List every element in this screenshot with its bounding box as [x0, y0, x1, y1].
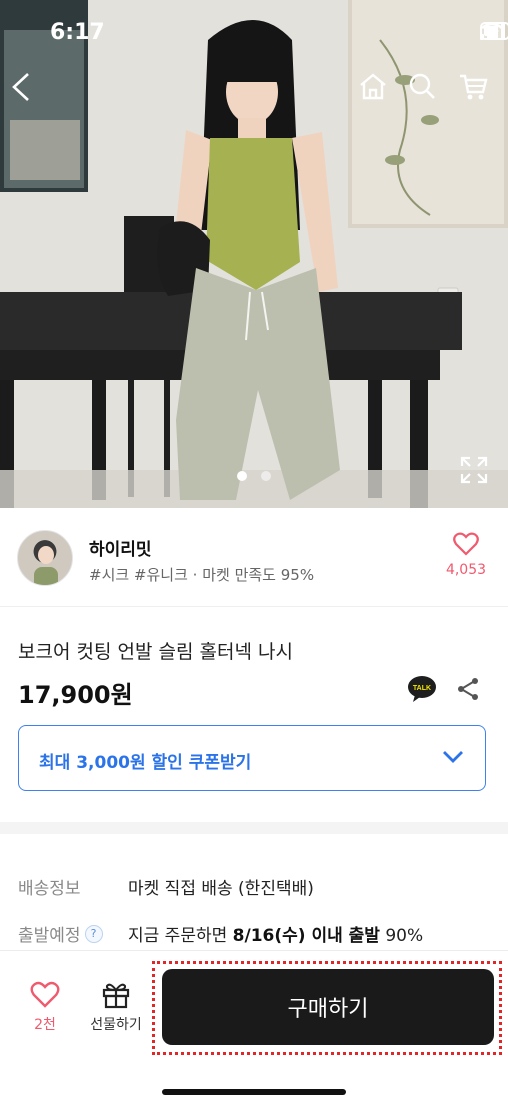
divider: [0, 606, 508, 607]
shipping-eta-label: 출발예정: [18, 926, 81, 946]
product-title: 보크어 컷팅 언발 슬림 홀터넥 나시: [18, 641, 293, 663]
shipping-eta-prefix: 지금 주문하면: [128, 926, 233, 946]
share-icon: [458, 678, 478, 700]
talk-badge-text: TALK: [413, 685, 431, 692]
chevron-left-icon: [12, 73, 29, 101]
status-time: 6:17: [50, 20, 105, 45]
shipping-eta-label-group: 출발예정 ?: [18, 921, 128, 946]
talk-icon: TALK: [408, 676, 436, 702]
home-button[interactable]: [358, 72, 398, 112]
heart-icon: [30, 981, 60, 1008]
cart-icon: [460, 74, 488, 100]
expand-icon: [460, 456, 488, 484]
search-icon: [409, 73, 435, 99]
shipping-info-value: 마켓 직접 배송 (한진택배): [128, 879, 314, 899]
chevron-down-icon: [443, 751, 463, 763]
shipping-eta-suffix: 90%: [379, 926, 424, 946]
wishlist-button[interactable]: 2천: [22, 981, 68, 1034]
seller-like-button[interactable]: 4,053: [444, 532, 488, 578]
seller-like-count: 4,053: [445, 562, 487, 578]
share-button[interactable]: [456, 677, 480, 701]
seller-tags: #시크 #유니크 · 마켓 만족도 95%: [89, 566, 315, 584]
gallery-pagination: [0, 471, 508, 481]
section-divider: [0, 822, 508, 834]
seller-avatar[interactable]: [17, 530, 73, 586]
search-button[interactable]: [408, 72, 448, 112]
home-icon: [360, 73, 386, 100]
wishlist-count: 2천: [34, 1017, 56, 1033]
gallery-dot-active[interactable]: [237, 471, 247, 481]
bottom-action-bar: 2천 선물하기 구매하기: [0, 950, 508, 1104]
shipping-info-label: 배송정보: [18, 879, 81, 899]
shipping-eta-value: 지금 주문하면 8/16(수) 이내 출발 90%: [128, 921, 423, 946]
gift-label: 선물하기: [90, 1017, 142, 1033]
help-icon[interactable]: ?: [84, 924, 103, 943]
home-indicator: [162, 1089, 346, 1095]
cart-button[interactable]: [458, 72, 498, 112]
coupon-button[interactable]: 최대 3,000원 할인 쿠폰받기: [18, 725, 486, 791]
shipping-info-row: 배송정보 마켓 직접 배송 (한진택배): [18, 874, 314, 899]
seller-name[interactable]: 하이리밋: [89, 535, 152, 560]
shipping-eta-date: 8/16(수) 이내 출발: [232, 926, 380, 946]
product-price: 17,900원: [18, 681, 133, 709]
status-bar: 6:17: [0, 0, 508, 60]
back-button[interactable]: [10, 72, 50, 112]
shipping-eta-row: 출발예정 ? 지금 주문하면 8/16(수) 이내 출발 90%: [18, 921, 423, 946]
battery-icon: [480, 22, 508, 40]
heart-icon: [453, 532, 479, 556]
product-image-gallery[interactable]: 6:17: [0, 0, 508, 508]
kakao-talk-button[interactable]: TALK: [407, 675, 437, 703]
coupon-label: 최대 3,000원 할인 쿠폰받기: [39, 753, 252, 773]
gallery-dot[interactable]: [261, 471, 271, 481]
fullscreen-button[interactable]: [458, 454, 490, 486]
gift-button[interactable]: 선물하기: [84, 981, 148, 1034]
buy-button[interactable]: 구매하기: [162, 969, 494, 1045]
seller-section[interactable]: 하이리밋 #시크 #유니크 · 마켓 만족도 95% 4,053: [0, 508, 508, 606]
gift-icon: [102, 983, 130, 1009]
